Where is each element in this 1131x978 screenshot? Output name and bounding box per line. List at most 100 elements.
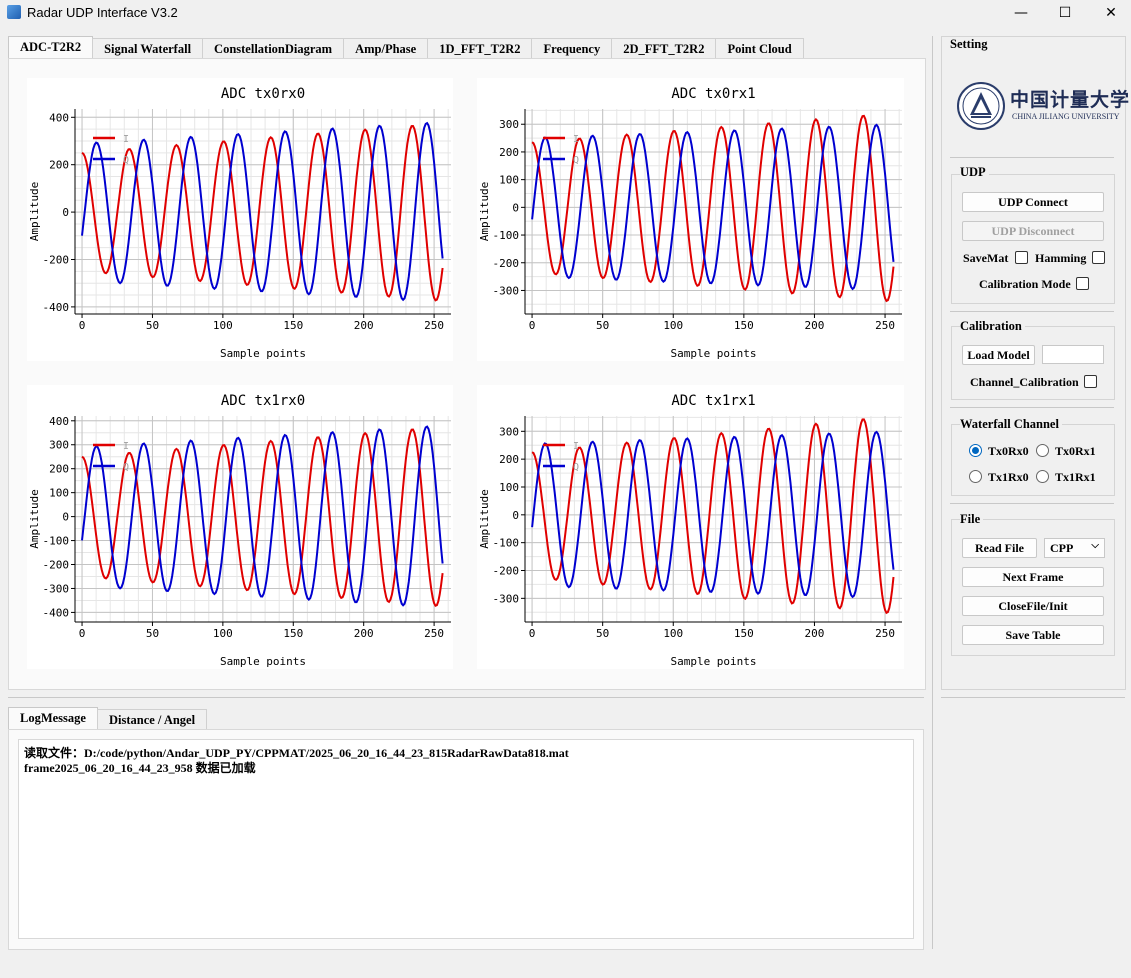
chart-adc-tx0rx1[interactable]: 0 50 100 150 200 250 -300 -200 -100 0 100 200 300 ADC… [477, 78, 904, 361]
splitter-horizontal[interactable] [8, 697, 924, 698]
maximize-button[interactable]: ☐ [1042, 0, 1088, 26]
x-tick-label: 100 [213, 627, 233, 640]
y-tick-label: 0 [62, 206, 69, 219]
logo-english-name: CHINA JILIANG UNIVERSITY [1012, 112, 1120, 121]
bottom-tab-bar: LogMessage Distance / Angel [8, 707, 208, 731]
tab-constellation-diagram[interactable]: ConstellationDiagram [202, 38, 345, 60]
x-tick-label: 150 [283, 319, 303, 332]
close-file-init-button[interactable]: CloseFile/Init [962, 596, 1104, 616]
tab-frequency[interactable]: Frequency [531, 38, 613, 60]
radio-tx1rx1[interactable] [1036, 470, 1049, 483]
tab-log-message[interactable]: LogMessage [8, 707, 98, 731]
save-table-button[interactable]: Save Table [962, 625, 1104, 645]
x-tick-label: 200 [354, 627, 374, 640]
radio-tx1rx0-label: Tx1Rx0 [988, 470, 1029, 484]
tab-adc-t2r2[interactable]: ADC-T2R2 [8, 36, 94, 60]
y-tick-label: -300 [493, 284, 520, 297]
series-i-line [531, 418, 895, 615]
x-tick-label: 0 [79, 627, 86, 640]
file-group-title: File [960, 512, 984, 527]
radio-tx0rx1[interactable] [1036, 444, 1049, 457]
university-logo: 中国计量大学 CHINA JILIANG UNIVERSITY [957, 79, 1129, 133]
log-line: frame2025_06_20_16_44_23_958 数据已加载 [24, 761, 256, 775]
next-frame-button[interactable]: Next Frame [962, 567, 1104, 587]
minimize-button[interactable]: — [998, 0, 1044, 26]
y-tick-label: 400 [49, 415, 69, 428]
tab-1d-fft[interactable]: 1D_FFT_T2R2 [427, 38, 533, 60]
radio-tx1rx0[interactable] [969, 470, 982, 483]
x-tick-label: 100 [663, 627, 683, 640]
read-file-button[interactable]: Read File [962, 538, 1037, 558]
y-tick-label: -200 [43, 253, 70, 266]
y-tick-label: 300 [499, 118, 519, 131]
file-format-value: CPP [1050, 541, 1074, 555]
model-path-input[interactable] [1042, 345, 1104, 364]
x-tick-label: 250 [424, 319, 444, 332]
x-tick-label: 50 [596, 319, 609, 332]
load-model-button[interactable]: Load Model [962, 345, 1035, 365]
chart-adc-tx1rx0[interactable]: 0 50 100 150 200 250 -400 -300 -200 -100 0 100 200 30… [27, 385, 453, 669]
chart-adc-tx1rx1[interactable]: 0 50 100 150 200 250 -300 -200 -100 0 100 200 300 ADC… [477, 385, 904, 669]
legend-label-q: Q [573, 155, 579, 166]
file-format-select[interactable]: CPP ⌵ [1044, 538, 1105, 558]
waterfall-channel-group [951, 424, 1115, 496]
y-tick-label: -200 [493, 257, 520, 270]
close-button[interactable]: ✕ [1088, 0, 1131, 26]
title-bar: Radar UDP Interface V3.2 — ☐ ✕ [0, 0, 1131, 26]
settings-title: Setting [950, 37, 988, 51]
plot-adc-tx1rx1[interactable]: 0 50 100 150 200 250 -300 -200 -100 0 100 200 300 ADC… [477, 385, 904, 669]
tab-signal-waterfall[interactable]: Signal Waterfall [92, 38, 204, 60]
tab-distance-angel[interactable]: Distance / Angel [96, 709, 208, 731]
y-tick-label: -300 [43, 582, 70, 595]
x-axis-label: Sample points [670, 347, 756, 360]
tab-2d-fft[interactable]: 2D_FFT_T2R2 [611, 38, 717, 60]
radio-tx0rx0[interactable] [969, 444, 982, 457]
hamming-checkbox[interactable] [1092, 251, 1105, 264]
tab-point-cloud[interactable]: Point Cloud [715, 38, 804, 60]
y-axis-label: Amplitude [28, 489, 41, 549]
x-tick-label: 50 [146, 627, 159, 640]
x-tick-label: 150 [283, 627, 303, 640]
channel-calibration-checkbox[interactable] [1084, 375, 1097, 388]
y-tick-label: -100 [493, 229, 520, 242]
x-tick-label: 200 [805, 627, 825, 640]
series-i-line [531, 114, 895, 303]
savemat-checkbox[interactable] [1015, 251, 1028, 264]
y-tick-label: 200 [499, 453, 519, 466]
calibration-group-title: Calibration [960, 319, 1025, 334]
x-tick-label: 0 [529, 627, 536, 640]
calibration-mode-checkbox[interactable] [1076, 277, 1089, 290]
y-tick-label: -200 [43, 559, 70, 572]
splitter-vertical[interactable] [932, 36, 933, 949]
hamming-label: Hamming [1035, 251, 1087, 265]
y-tick-label: 100 [499, 174, 519, 187]
plot-adc-tx0rx1[interactable]: 0 50 100 150 200 250 -300 -200 -100 0 100 200 300 ADC… [477, 78, 904, 361]
y-tick-label: 300 [49, 439, 69, 452]
y-tick-label: -300 [493, 592, 520, 605]
x-tick-label: 100 [213, 319, 233, 332]
series-q-line [81, 121, 444, 302]
x-axis-label: Sample points [220, 347, 306, 360]
chart-adc-tx0rx0[interactable]: 0 50 100 150 200 250 -400 -200 0 200 400 ADC tx0rx0… [27, 78, 453, 361]
main-tab-bar: ADC-T2R2 Signal Waterfall ConstellationD… [8, 36, 804, 60]
udp-connect-button[interactable]: UDP Connect [962, 192, 1104, 212]
legend-label-q: Q [123, 155, 129, 166]
plot-adc-tx0rx0[interactable]: 0 50 100 150 200 250 -400 -200 0 200 400 ADC tx0rx0… [27, 78, 453, 361]
legend-label-i: I [573, 441, 579, 452]
udp-group-title: UDP [960, 165, 989, 180]
y-axis-label: Amplitude [478, 182, 491, 242]
y-tick-label: 0 [62, 511, 69, 524]
x-tick-label: 250 [875, 627, 895, 640]
y-tick-label: -100 [43, 535, 70, 548]
splitter-horizontal[interactable] [941, 697, 1125, 698]
x-tick-label: 150 [734, 627, 754, 640]
plot-adc-tx1rx0[interactable]: 0 50 100 150 200 250 -400 -300 -200 -100 0 100 200 30… [27, 385, 453, 669]
log-message-area[interactable]: 读取文件：D:/code/python/Andar_UDP_PY/CPPMAT/… [18, 739, 914, 939]
chart-title: ADC tx0rx1 [671, 86, 755, 102]
y-tick-label: -400 [43, 606, 70, 619]
tab-amp-phase[interactable]: Amp/Phase [343, 38, 429, 60]
y-tick-label: 400 [49, 111, 69, 124]
x-tick-label: 200 [354, 319, 374, 332]
udp-disconnect-button[interactable]: UDP Disconnect [962, 221, 1104, 241]
divider [950, 311, 1114, 312]
